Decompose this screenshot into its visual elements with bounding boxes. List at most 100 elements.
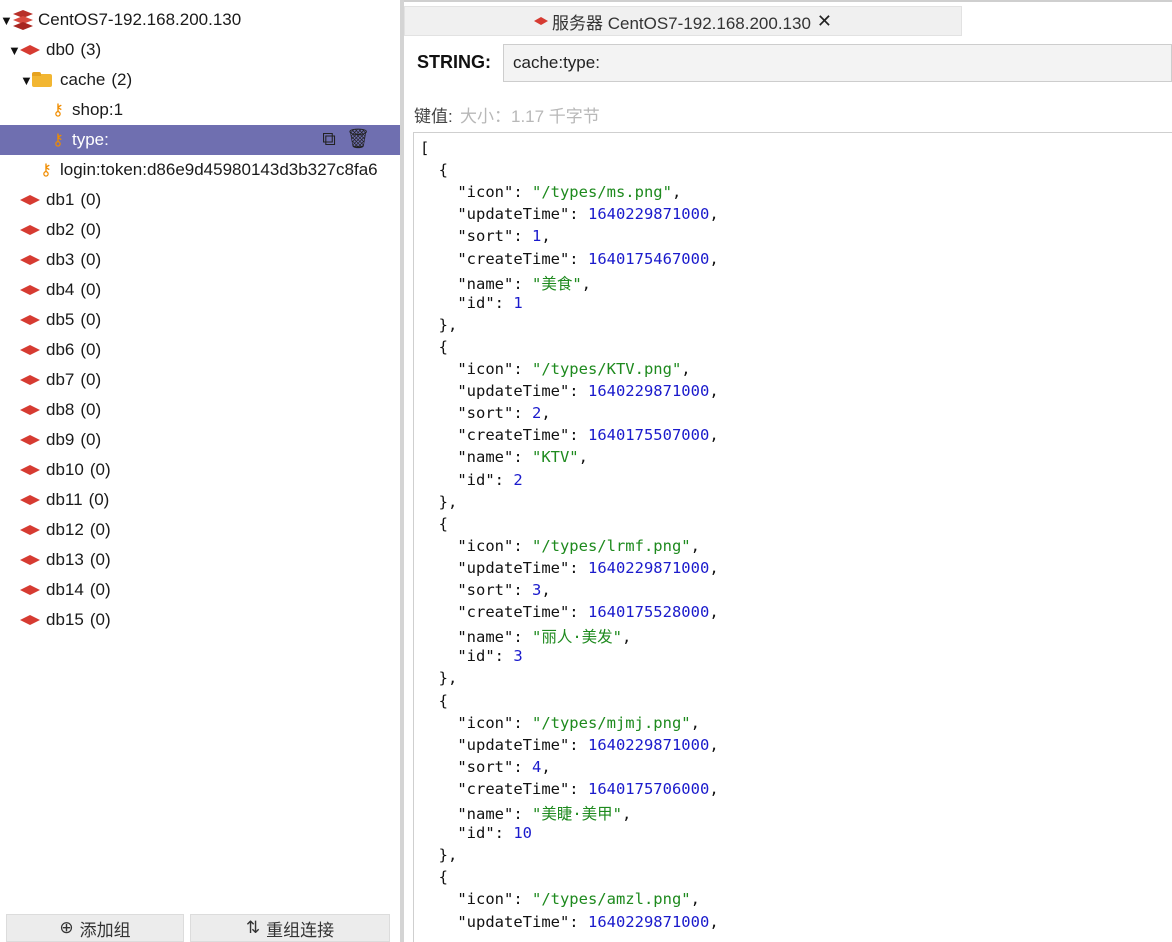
tree-row-key-type[interactable]: ⚷ type: ⧉ 🗑 xyxy=(0,125,400,155)
expand-caret-icon[interactable]: ▼ xyxy=(0,13,13,28)
db-count: (0) xyxy=(80,340,102,359)
code-line: "updateTime": 1640229871000, xyxy=(420,382,719,401)
db-count: (0) xyxy=(80,280,102,299)
tree-row-db1[interactable]: db1 (0) xyxy=(0,185,400,215)
db-label: db3 xyxy=(46,250,75,269)
tab-strip: 服务器 CentOS7-192.168.200.130 ✕ xyxy=(404,0,1172,36)
add-group-button[interactable]: ⊕ 添加组 xyxy=(6,914,184,942)
copy-icon[interactable]: ⧉ xyxy=(322,129,336,151)
tree-row-db0[interactable]: ▼ db0 (3) xyxy=(0,35,400,65)
reconnect-button[interactable]: ⇅ 重组连接 xyxy=(190,914,390,942)
key-icon: ⚷ xyxy=(52,132,64,149)
tree-row-db5[interactable]: db5 (0) xyxy=(0,305,400,335)
db-count: (0) xyxy=(89,610,111,629)
tab-server[interactable]: 服务器 CentOS7-192.168.200.130 ✕ xyxy=(404,6,962,36)
code-line: "sort": 4, xyxy=(420,757,551,776)
key-type-label: STRING: xyxy=(417,52,491,72)
tree-row-db12[interactable]: db12 (0) xyxy=(0,515,400,545)
db-label: db2 xyxy=(46,220,75,239)
tree-row-db2[interactable]: db2 (0) xyxy=(0,215,400,245)
tree-row-db4[interactable]: db4 (0) xyxy=(0,275,400,305)
redis-db-icon xyxy=(20,45,40,55)
code-line: "id": 3 xyxy=(420,647,523,666)
code-line: }, xyxy=(420,315,458,334)
code-line: "updateTime": 1640229871000, xyxy=(420,912,719,931)
code-line: "name": "美食", xyxy=(420,274,591,293)
db-count: (0) xyxy=(80,430,102,449)
code-line: "icon": "/types/amzl.png", xyxy=(420,890,700,909)
redis-db-icon xyxy=(20,225,40,235)
value-label: 键值: xyxy=(414,107,453,126)
tree-row-db11[interactable]: db11 (0) xyxy=(0,485,400,515)
db-count: (0) xyxy=(88,490,110,509)
db-count: (0) xyxy=(80,220,102,239)
tree-row-server[interactable]: ▼ CentOS7-192.168.200.130 xyxy=(0,5,400,35)
code-line: { xyxy=(420,337,448,356)
tree-row-db9[interactable]: db9 (0) xyxy=(0,425,400,455)
tree-row-db3[interactable]: db3 (0) xyxy=(0,245,400,275)
tree-row-key-login[interactable]: ⚷ login:token:d86e9d45980143d3b327c8fa6 xyxy=(0,155,400,185)
key-label: login:token:d86e9d45980143d3b327c8fa6 xyxy=(60,160,378,179)
app-window: ▼ CentOS7-192.168.200.130 ▼ db0 (3) ▼ ca… xyxy=(0,0,1172,942)
code-line: "updateTime": 1640229871000, xyxy=(420,735,719,754)
close-icon[interactable]: ✕ xyxy=(817,11,832,32)
redis-db-icon xyxy=(20,375,40,385)
tree-row-db13[interactable]: db13 (0) xyxy=(0,545,400,575)
code-line: "id": 2 xyxy=(420,470,523,489)
tree-row-db8[interactable]: db8 (0) xyxy=(0,395,400,425)
tree-row-folder-cache[interactable]: ▼ cache (2) xyxy=(0,65,400,95)
code-line: { xyxy=(420,514,448,533)
code-line: "sort": 1, xyxy=(420,227,551,246)
code-line: "icon": "/types/KTV.png", xyxy=(420,360,691,378)
db-label: db6 xyxy=(46,340,75,359)
db-label: db11 xyxy=(46,490,83,509)
key-name-field[interactable]: cache:type: xyxy=(503,44,1172,82)
db-count: (0) xyxy=(89,460,111,479)
tree-row-db10[interactable]: db10 (0) xyxy=(0,455,400,485)
tree-row-db6[interactable]: db6 (0) xyxy=(0,335,400,365)
key-icon: ⚷ xyxy=(40,162,52,179)
key-detail-panel: 服务器 CentOS7-192.168.200.130 ✕ STRING: ca… xyxy=(404,0,1172,942)
db-count: (0) xyxy=(80,250,102,269)
db-label: db12 xyxy=(46,520,84,539)
tree-row-db15[interactable]: db15 (0) xyxy=(0,605,400,635)
db-count: (0) xyxy=(80,310,102,329)
code-line: "icon": "/types/mjmj.png", xyxy=(420,713,700,732)
code-line: }, xyxy=(420,669,458,688)
db-label: db14 xyxy=(46,580,84,599)
redis-server-icon xyxy=(12,10,34,30)
server-label: CentOS7-192.168.200.130 xyxy=(38,10,242,29)
db-count: (0) xyxy=(89,520,111,539)
redis-db-icon xyxy=(20,255,40,265)
key-label: shop:1 xyxy=(72,100,124,119)
redis-db-icon xyxy=(20,585,40,595)
db-label: db10 xyxy=(46,460,84,479)
trash-icon[interactable]: 🗑 xyxy=(346,129,370,151)
code-line: "name": "KTV", xyxy=(420,448,588,467)
code-line: "sort": 2, xyxy=(420,404,551,423)
sidebar-footer: ⊕ 添加组 ⇅ 重组连接 xyxy=(0,914,400,942)
key-label: type: xyxy=(72,130,109,149)
connection-tree: ▼ CentOS7-192.168.200.130 ▼ db0 (3) ▼ ca… xyxy=(0,0,400,942)
db-label: db0 xyxy=(46,40,75,59)
redis-db-icon xyxy=(20,435,40,445)
redis-db-icon xyxy=(20,495,40,505)
tree-row-db14[interactable]: db14 (0) xyxy=(0,575,400,605)
redis-db-icon xyxy=(20,405,40,415)
tree-row-key-shop[interactable]: ⚷ shop:1 xyxy=(0,95,400,125)
expand-caret-icon[interactable]: ▼ xyxy=(8,43,21,58)
redis-db-icon xyxy=(20,195,40,205)
code-line: "createTime": 1640175467000, xyxy=(420,249,719,268)
tree-row-db7[interactable]: db7 (0) xyxy=(0,365,400,395)
code-line: { xyxy=(420,691,448,710)
db-count: (0) xyxy=(89,550,111,569)
db-label: db15 xyxy=(46,610,84,629)
value-editor[interactable]: [ { "icon": "/types/ms.png", "updateTime… xyxy=(413,132,1172,942)
reconnect-label: 重组连接 xyxy=(266,920,335,940)
code-line: "icon": "/types/ms.png", xyxy=(420,183,682,202)
db-label: db7 xyxy=(46,370,75,389)
expand-caret-icon[interactable]: ▼ xyxy=(20,73,33,88)
db-count: (0) xyxy=(80,190,102,209)
swap-arrows-icon: ⇅ xyxy=(245,918,261,937)
code-line: "updateTime": 1640229871000, xyxy=(420,205,719,224)
